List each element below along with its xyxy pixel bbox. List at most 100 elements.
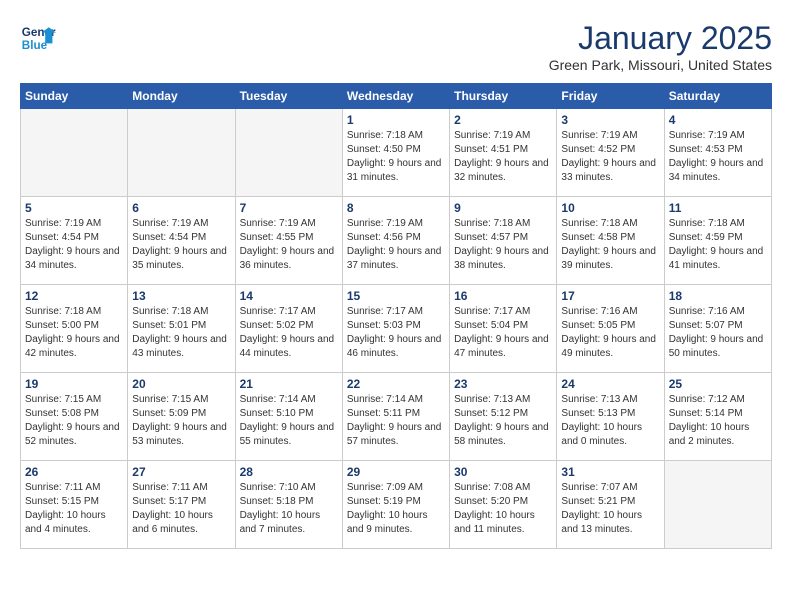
day-info: Sunrise: 7:17 AM Sunset: 5:03 PM Dayligh… xyxy=(347,305,445,361)
day-info: Sunrise: 7:12 AM Sunset: 5:14 PM Dayligh… xyxy=(669,393,767,449)
day-info: Sunrise: 7:18 AM Sunset: 4:58 PM Dayligh… xyxy=(561,217,659,273)
day-number: 31 xyxy=(561,465,659,479)
calendar-cell: 20 Sunrise: 7:15 AM Sunset: 5:09 PM Dayli… xyxy=(128,373,235,461)
day-info: Sunrise: 7:14 AM Sunset: 5:11 PM Dayligh… xyxy=(347,393,445,449)
calendar-cell: 19 Sunrise: 7:15 AM Sunset: 5:08 PM Dayli… xyxy=(21,373,128,461)
day-number: 24 xyxy=(561,377,659,391)
day-number: 28 xyxy=(240,465,338,479)
calendar-cell: 15 Sunrise: 7:17 AM Sunset: 5:03 PM Dayli… xyxy=(342,285,449,373)
logo-icon: General Blue xyxy=(20,20,56,56)
day-number: 26 xyxy=(25,465,123,479)
day-number: 12 xyxy=(25,289,123,303)
calendar-cell: 3 Sunrise: 7:19 AM Sunset: 4:52 PM Daylig… xyxy=(557,109,664,197)
calendar-cell: 27Sunrise: 7:11 AM Sunset: 5:17 PM Dayli… xyxy=(128,461,235,549)
day-info: Sunrise: 7:07 AM Sunset: 5:21 PM Dayligh… xyxy=(561,481,659,537)
day-info: Sunrise: 7:16 AM Sunset: 5:05 PM Dayligh… xyxy=(561,305,659,361)
day-number: 5 xyxy=(25,201,123,215)
day-number: 21 xyxy=(240,377,338,391)
calendar-cell: 17Sunrise: 7:16 AM Sunset: 5:05 PM Dayli… xyxy=(557,285,664,373)
calendar-cell: 4 Sunrise: 7:19 AM Sunset: 4:53 PM Daylig… xyxy=(664,109,771,197)
day-info: Sunrise: 7:08 AM Sunset: 5:20 PM Dayligh… xyxy=(454,481,552,537)
svg-text:Blue: Blue xyxy=(22,39,48,52)
calendar-cell: 13Sunrise: 7:18 AM Sunset: 5:01 PM Dayli… xyxy=(128,285,235,373)
day-number: 10 xyxy=(561,201,659,215)
day-info: Sunrise: 7:09 AM Sunset: 5:19 PM Dayligh… xyxy=(347,481,445,537)
calendar-cell: 10 Sunrise: 7:18 AM Sunset: 4:58 PM Dayli… xyxy=(557,197,664,285)
calendar-cell xyxy=(235,109,342,197)
day-info: Sunrise: 7:18 AM Sunset: 4:59 PM Dayligh… xyxy=(669,217,767,273)
calendar-table: SundayMondayTuesdayWednesdayThursdayFrid… xyxy=(20,83,772,549)
calendar-cell: 18 Sunrise: 7:16 AM Sunset: 5:07 PM Dayli… xyxy=(664,285,771,373)
calendar-cell: 21 Sunrise: 7:14 AM Sunset: 5:10 PM Dayli… xyxy=(235,373,342,461)
day-info: Sunrise: 7:19 AM Sunset: 4:51 PM Dayligh… xyxy=(454,129,552,185)
calendar-cell: 7 Sunrise: 7:19 AM Sunset: 4:55 PM Daylig… xyxy=(235,197,342,285)
weekday-header-monday: Monday xyxy=(128,84,235,109)
day-number: 8 xyxy=(347,201,445,215)
calendar-cell xyxy=(664,461,771,549)
day-number: 7 xyxy=(240,201,338,215)
day-info: Sunrise: 7:10 AM Sunset: 5:18 PM Dayligh… xyxy=(240,481,338,537)
calendar-cell: 14 Sunrise: 7:17 AM Sunset: 5:02 PM Dayli… xyxy=(235,285,342,373)
calendar-cell: 26 Sunrise: 7:11 AM Sunset: 5:15 PM Dayli… xyxy=(21,461,128,549)
day-info: Sunrise: 7:17 AM Sunset: 5:04 PM Dayligh… xyxy=(454,305,552,361)
day-number: 3 xyxy=(561,113,659,127)
calendar-cell: 6Sunrise: 7:19 AM Sunset: 4:54 PM Daylig… xyxy=(128,197,235,285)
calendar-cell: 31 Sunrise: 7:07 AM Sunset: 5:21 PM Dayli… xyxy=(557,461,664,549)
weekday-header-sunday: Sunday xyxy=(21,84,128,109)
day-info: Sunrise: 7:17 AM Sunset: 5:02 PM Dayligh… xyxy=(240,305,338,361)
day-number: 4 xyxy=(669,113,767,127)
calendar-cell: 2Sunrise: 7:19 AM Sunset: 4:51 PM Daylig… xyxy=(450,109,557,197)
day-info: Sunrise: 7:15 AM Sunset: 5:08 PM Dayligh… xyxy=(25,393,123,449)
calendar-cell: 30Sunrise: 7:08 AM Sunset: 5:20 PM Dayli… xyxy=(450,461,557,549)
calendar-cell: 5Sunrise: 7:19 AM Sunset: 4:54 PM Daylig… xyxy=(21,197,128,285)
day-info: Sunrise: 7:14 AM Sunset: 5:10 PM Dayligh… xyxy=(240,393,338,449)
day-info: Sunrise: 7:19 AM Sunset: 4:52 PM Dayligh… xyxy=(561,129,659,185)
week-row-4: 19 Sunrise: 7:15 AM Sunset: 5:08 PM Dayli… xyxy=(21,373,772,461)
day-number: 29 xyxy=(347,465,445,479)
calendar-cell: 24 Sunrise: 7:13 AM Sunset: 5:13 PM Dayli… xyxy=(557,373,664,461)
day-info: Sunrise: 7:13 AM Sunset: 5:13 PM Dayligh… xyxy=(561,393,659,449)
day-number: 9 xyxy=(454,201,552,215)
weekday-header-row: SundayMondayTuesdayWednesdayThursdayFrid… xyxy=(21,84,772,109)
week-row-1: 1 Sunrise: 7:18 AM Sunset: 4:50 PM Daylig… xyxy=(21,109,772,197)
day-info: Sunrise: 7:19 AM Sunset: 4:54 PM Dayligh… xyxy=(132,217,230,273)
day-info: Sunrise: 7:18 AM Sunset: 5:01 PM Dayligh… xyxy=(132,305,230,361)
calendar-cell xyxy=(21,109,128,197)
day-info: Sunrise: 7:16 AM Sunset: 5:07 PM Dayligh… xyxy=(669,305,767,361)
day-number: 14 xyxy=(240,289,338,303)
weekday-header-saturday: Saturday xyxy=(664,84,771,109)
weekday-header-tuesday: Tuesday xyxy=(235,84,342,109)
calendar-cell: 9Sunrise: 7:18 AM Sunset: 4:57 PM Daylig… xyxy=(450,197,557,285)
weekday-header-friday: Friday xyxy=(557,84,664,109)
day-number: 19 xyxy=(25,377,123,391)
day-info: Sunrise: 7:19 AM Sunset: 4:56 PM Dayligh… xyxy=(347,217,445,273)
day-number: 18 xyxy=(669,289,767,303)
calendar-cell: 1 Sunrise: 7:18 AM Sunset: 4:50 PM Daylig… xyxy=(342,109,449,197)
weekday-header-thursday: Thursday xyxy=(450,84,557,109)
day-number: 25 xyxy=(669,377,767,391)
location: Green Park, Missouri, United States xyxy=(549,57,772,73)
day-info: Sunrise: 7:18 AM Sunset: 4:50 PM Dayligh… xyxy=(347,129,445,185)
title-block: January 2025 Green Park, Missouri, Unite… xyxy=(549,20,772,73)
week-row-2: 5 Sunrise: 7:19 AM Sunset: 4:54 PM Daylig… xyxy=(21,197,772,285)
day-info: Sunrise: 7:11 AM Sunset: 5:15 PM Dayligh… xyxy=(25,481,123,537)
logo: General Blue xyxy=(20,20,56,56)
calendar-cell xyxy=(128,109,235,197)
calendar-cell: 22 Sunrise: 7:14 AM Sunset: 5:11 PM Dayli… xyxy=(342,373,449,461)
day-number: 11 xyxy=(669,201,767,215)
day-number: 16 xyxy=(454,289,552,303)
calendar-cell: 8 Sunrise: 7:19 AM Sunset: 4:56 PM Daylig… xyxy=(342,197,449,285)
day-info: Sunrise: 7:18 AM Sunset: 5:00 PM Dayligh… xyxy=(25,305,123,361)
day-number: 1 xyxy=(347,113,445,127)
day-info: Sunrise: 7:19 AM Sunset: 4:53 PM Dayligh… xyxy=(669,129,767,185)
calendar-cell: 16 Sunrise: 7:17 AM Sunset: 5:04 PM Dayli… xyxy=(450,285,557,373)
day-number: 15 xyxy=(347,289,445,303)
calendar-cell: 12 Sunrise: 7:18 AM Sunset: 5:00 PM Dayli… xyxy=(21,285,128,373)
day-number: 22 xyxy=(347,377,445,391)
day-number: 20 xyxy=(132,377,230,391)
day-info: Sunrise: 7:11 AM Sunset: 5:17 PM Dayligh… xyxy=(132,481,230,537)
day-info: Sunrise: 7:15 AM Sunset: 5:09 PM Dayligh… xyxy=(132,393,230,449)
week-row-3: 12 Sunrise: 7:18 AM Sunset: 5:00 PM Dayli… xyxy=(21,285,772,373)
day-info: Sunrise: 7:19 AM Sunset: 4:55 PM Dayligh… xyxy=(240,217,338,273)
weekday-header-wednesday: Wednesday xyxy=(342,84,449,109)
